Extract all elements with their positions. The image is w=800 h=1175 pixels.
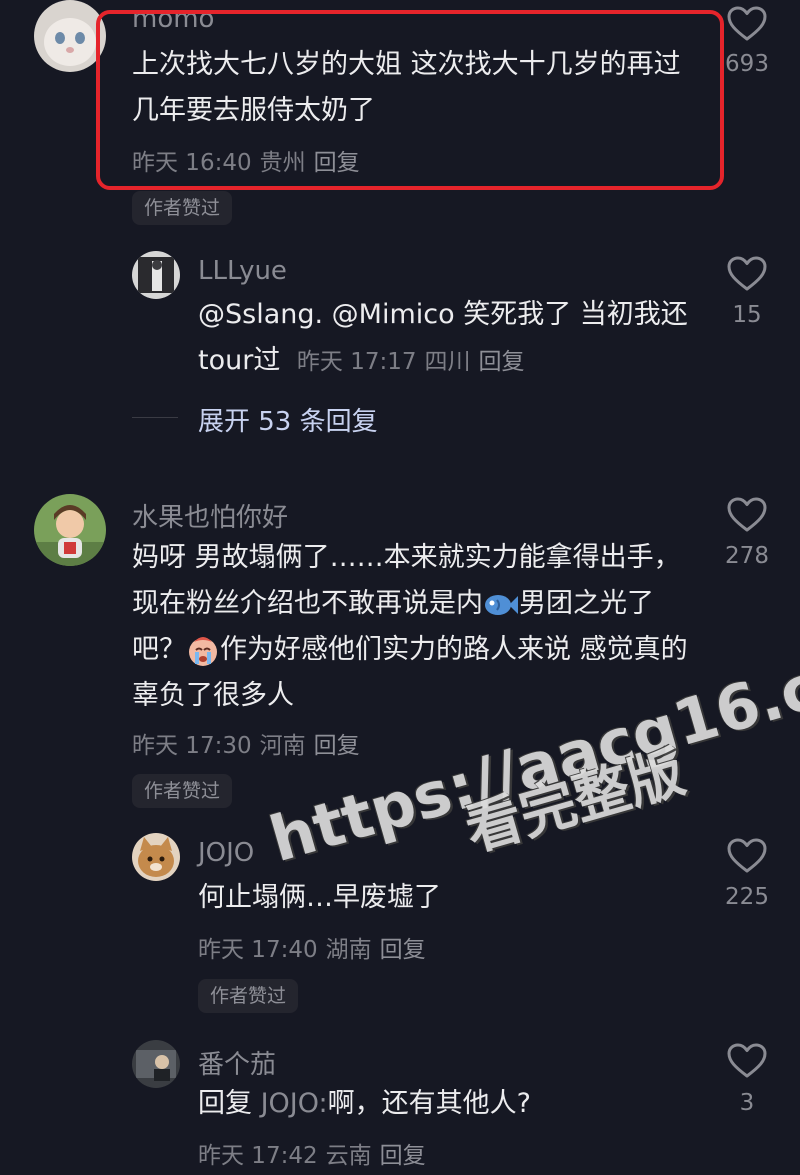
comment-text: @Sslang. @Mimico 笑死我了 当初我还tour过 昨天 17:17… [198,292,698,385]
like-count: 15 [732,302,762,328]
comment-meta: 昨天 17:42 云南 回复 [198,1136,434,1170]
author-liked-badge: 作者赞过 [198,979,299,1013]
highlight-box [96,10,724,190]
like-count: 278 [725,543,769,569]
like-count: 225 [725,884,769,910]
heart-icon[interactable] [727,1043,767,1079]
heart-icon[interactable] [727,838,767,874]
reply-button[interactable]: 回复 [314,733,360,759]
comment-username[interactable]: 水果也怕你好 [132,497,288,534]
like-count: 3 [739,1090,755,1116]
comment-time: 昨天 17:17 [296,349,417,375]
avatar[interactable] [34,494,106,566]
reply-prefix: 回复 [198,1088,252,1119]
comment-username[interactable]: 番个茄 [198,1044,276,1081]
comment-location: 四川 [424,349,471,375]
comment-text: 回复 JOJO:啊，还有其他人? [198,1081,698,1127]
comment-username[interactable]: LLLyue [198,256,287,286]
avatar[interactable] [132,833,180,881]
heart-icon[interactable] [727,6,767,42]
heart-icon[interactable] [727,256,767,292]
comment-location: 河南 [259,733,306,759]
expand-divider [132,417,178,418]
comment-time: 昨天 17:30 [132,733,252,759]
expand-replies-button[interactable]: 展开 53 条回复 [198,401,378,438]
comment-username[interactable]: JOJO [198,838,254,868]
crying-emoji-icon [189,636,217,666]
author-liked-badge: 作者赞过 [132,191,233,225]
avatar[interactable] [132,1040,180,1088]
comment-location: 湖南 [325,937,372,963]
comment-text: 何止塌俩…早废墟了 [198,882,441,913]
comment-time: 昨天 17:42 [198,1143,318,1169]
avatar[interactable] [132,251,180,299]
author-liked-badge: 作者赞过 [132,774,233,808]
comment-text-body: 啊，还有其他人? [327,1088,531,1119]
heart-icon[interactable] [727,497,767,533]
reply-button[interactable]: 回复 [380,1143,426,1169]
reply-mention[interactable]: JOJO: [261,1088,328,1119]
fish-emoji-icon [485,594,518,615]
comment-meta: 昨天 17:17 四川 回复 [297,349,533,375]
comment-location: 云南 [325,1143,372,1169]
comment-text: 妈呀 男故塌俩了……本来就实力能拿得出手，现在粉丝介绍也不敢再说是内 男团之光了吧… [132,535,690,719]
comment-meta: 昨天 17:30 河南 回复 [132,726,368,760]
comment-time: 昨天 17:40 [198,937,318,963]
reply-button[interactable]: 回复 [479,349,525,375]
comment-meta: 昨天 17:40 湖南 回复 [198,930,434,964]
reply-button[interactable]: 回复 [380,937,426,963]
